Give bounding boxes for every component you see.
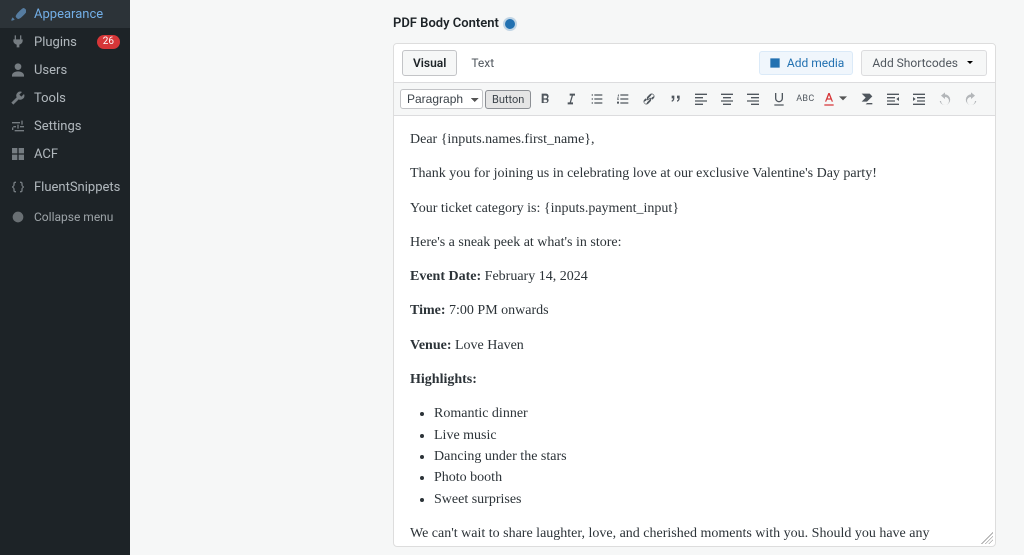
tab-text[interactable]: Text [461, 51, 504, 75]
body-sneak: Here's a sneak peek at what's in store: [410, 233, 979, 253]
link-button[interactable] [637, 87, 661, 111]
list-item: Dancing under the stars [434, 447, 979, 467]
sidebar-item-label: Appearance [34, 7, 120, 22]
sidebar-item-fluentsnippets[interactable]: FluentSnippets [0, 173, 130, 201]
sliders-icon [10, 118, 26, 134]
chevron-down-icon [964, 57, 976, 69]
undo-button[interactable] [933, 87, 957, 111]
sidebar-item-label: Settings [34, 119, 120, 134]
list-item: Live music [434, 426, 979, 446]
text-color-button[interactable] [819, 87, 853, 111]
list-item: Photo booth [434, 468, 979, 488]
body-highlights-label: Highlights: [410, 370, 979, 390]
rich-text-editor: Visual Text Add media Add Shortcodes Par… [393, 43, 996, 547]
outdent-button[interactable] [881, 87, 905, 111]
wrench-icon [10, 90, 26, 106]
underline-button[interactable] [767, 87, 791, 111]
resize-handle[interactable] [981, 532, 993, 544]
user-icon [10, 62, 26, 78]
grid-icon [10, 146, 26, 162]
sidebar-item-label: ACF [34, 147, 120, 162]
format-select[interactable]: Paragraph [400, 89, 483, 109]
body-event-date: Event Date: February 14, 2024 [410, 267, 979, 287]
align-right-button[interactable] [741, 87, 765, 111]
media-icon [768, 56, 782, 70]
section-title: PDF Body Content [393, 16, 996, 31]
collapse-icon [10, 209, 26, 225]
body-time: Time: 7:00 PM onwards [410, 301, 979, 321]
collapse-menu-button[interactable]: Collapse menu [0, 201, 130, 233]
align-left-button[interactable] [689, 87, 713, 111]
body-highlights-list: Romantic dinner Live music Dancing under… [434, 404, 979, 509]
clear-format-button[interactable] [855, 87, 879, 111]
editor-tab-row: Visual Text Add media Add Shortcodes [394, 44, 995, 82]
italic-button[interactable] [559, 87, 583, 111]
sidebar-item-settings[interactable]: Settings [0, 112, 130, 140]
number-list-button[interactable] [611, 87, 635, 111]
sidebar-item-label: Plugins [34, 35, 89, 50]
body-ticket-line: Your ticket category is: {inputs.payment… [410, 199, 979, 219]
sidebar-item-label: Tools [34, 91, 120, 106]
blockquote-button[interactable] [663, 87, 687, 111]
tab-visual[interactable]: Visual [402, 50, 457, 76]
sidebar-item-appearance[interactable]: Appearance [0, 0, 130, 28]
braces-icon [10, 179, 26, 195]
bold-button[interactable] [533, 87, 557, 111]
add-shortcodes-button[interactable]: Add Shortcodes [861, 50, 987, 76]
strikethrough-button[interactable]: ABC [793, 87, 817, 111]
sidebar-item-label: Users [34, 63, 120, 78]
insert-button-chip[interactable]: Button [485, 90, 531, 109]
add-shortcodes-label: Add Shortcodes [872, 56, 958, 70]
admin-sidebar: Appearance Plugins 26 Users Tools Settin… [0, 0, 130, 555]
sidebar-item-plugins[interactable]: Plugins 26 [0, 28, 130, 56]
help-indicator-icon[interactable] [505, 19, 515, 29]
body-venue: Venue: Love Haven [410, 336, 979, 356]
main-content: PDF Body Content Visual Text Add media A… [130, 0, 1024, 555]
bullet-list-button[interactable] [585, 87, 609, 111]
add-media-button[interactable]: Add media [759, 51, 853, 75]
plugin-update-badge: 26 [97, 35, 120, 49]
editor-content[interactable]: Dear {inputs.names.first_name}, Thank yo… [394, 116, 995, 546]
body-greeting: Dear {inputs.names.first_name}, [410, 130, 979, 150]
collapse-label: Collapse menu [34, 210, 113, 224]
sidebar-item-label: FluentSnippets [34, 180, 120, 195]
sidebar-item-tools[interactable]: Tools [0, 84, 130, 112]
align-center-button[interactable] [715, 87, 739, 111]
sidebar-item-acf[interactable]: ACF [0, 140, 130, 168]
plug-icon [10, 34, 26, 50]
body-intro: Thank you for joining us in celebrating … [410, 164, 979, 184]
editor-toolbar: Paragraph Button ABC [394, 82, 995, 116]
body-closing: We can't wait to share laughter, love, a… [410, 524, 979, 546]
sidebar-item-users[interactable]: Users [0, 56, 130, 84]
indent-button[interactable] [907, 87, 931, 111]
footer-note: You can use Conditional Content in PDF b… [393, 547, 996, 555]
redo-button[interactable] [959, 87, 983, 111]
add-media-label: Add media [787, 56, 844, 70]
brush-icon [10, 6, 26, 22]
list-item: Romantic dinner [434, 404, 979, 424]
list-item: Sweet surprises [434, 490, 979, 510]
chevron-down-icon [835, 91, 851, 107]
section-title-text: PDF Body Content [393, 16, 499, 31]
